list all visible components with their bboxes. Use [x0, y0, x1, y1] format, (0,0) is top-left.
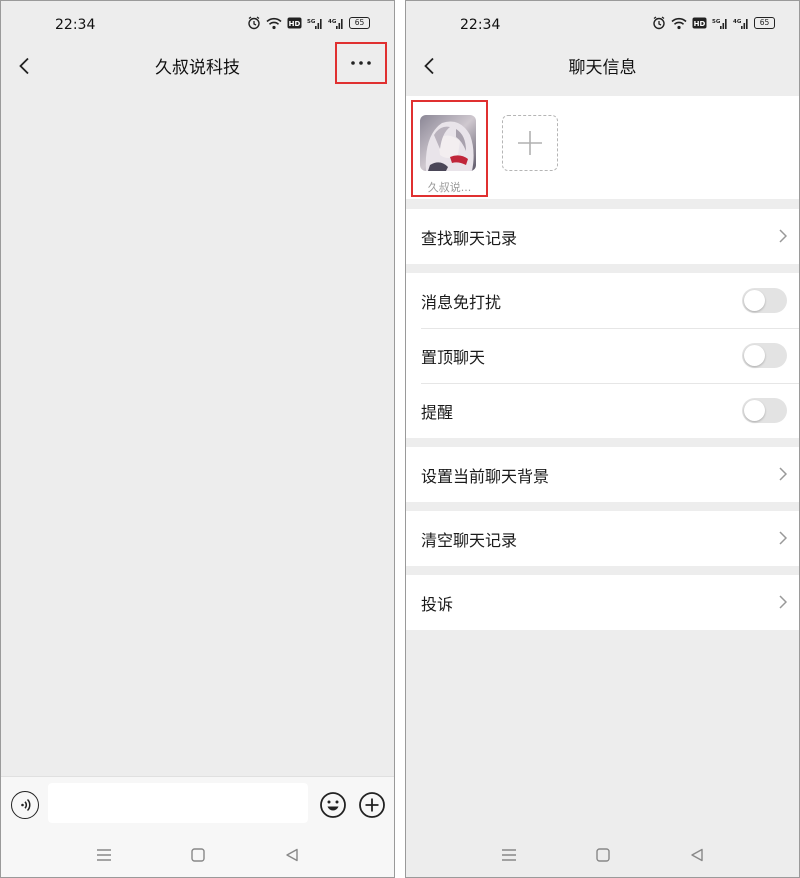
status-time: 22:34 [55, 17, 96, 33]
clear-history-row[interactable]: 清空聊天记录 [406, 511, 799, 566]
menu-icon [97, 849, 111, 861]
chat-info-screen: 22:34 HD 5G 4G 65 聊天信息 久叔说... 查找聊天记录 消息免… [405, 0, 800, 878]
row-label: 清空聊天记录 [421, 530, 518, 550]
row-label: 设置当前聊天背景 [421, 466, 550, 486]
message-input[interactable] [48, 783, 308, 823]
alarm-icon [248, 16, 260, 30]
more-options-button[interactable] [335, 42, 387, 84]
chat-header: 久叔说科技 [1, 42, 394, 85]
row-label: 置顶聊天 [421, 347, 486, 367]
chat-input-bar [1, 776, 394, 831]
page-title: 聊天信息 [568, 58, 637, 78]
chat-screen: 22:34 HD 5G 4G 65 久叔说科技 [0, 0, 395, 878]
add-member-button[interactable] [502, 115, 558, 171]
voice-button[interactable] [11, 791, 39, 819]
wifi-icon [671, 17, 687, 29]
emoji-button[interactable] [319, 791, 347, 819]
svg-text:HD: HD [694, 20, 706, 28]
system-back-button[interactable] [687, 845, 707, 865]
member-item[interactable]: 久叔说... [411, 100, 488, 197]
svg-text:5G: 5G [307, 19, 316, 25]
svg-text:5G: 5G [712, 19, 721, 25]
status-bar: 22:34 HD 5G 4G 65 [1, 1, 394, 45]
chat-info-header: 聊天信息 [406, 45, 799, 85]
signal-4g-icon: 4G [328, 18, 343, 29]
mute-row: 消息免打扰 [406, 273, 799, 328]
more-functions-button[interactable] [358, 791, 386, 819]
emoji-icon [320, 792, 346, 818]
svg-text:4G: 4G [733, 19, 742, 25]
row-label: 提醒 [421, 402, 454, 422]
pin-toggle[interactable] [742, 343, 787, 368]
battery-level: 65 [354, 18, 365, 27]
status-time: 22:34 [460, 17, 501, 33]
row-label: 查找聊天记录 [421, 228, 518, 248]
chevron-right-icon [779, 595, 787, 609]
settings-group: 消息免打扰 置顶聊天 提醒 [406, 273, 799, 438]
voice-icon [21, 798, 31, 812]
add-member-icon [518, 131, 542, 155]
battery-icon: 65 [754, 17, 775, 29]
menu-icon [502, 849, 516, 861]
search-group: 查找聊天记录 [406, 209, 799, 264]
svg-text:4G: 4G [328, 19, 337, 25]
pin-row: 置顶聊天 [406, 328, 799, 383]
signal-5g-icon: 5G [307, 18, 322, 29]
status-icons: HD 5G 4G 65 [652, 16, 775, 30]
home-square-icon [596, 848, 610, 862]
avatar [420, 115, 476, 171]
home-button[interactable] [188, 845, 208, 865]
home-square-icon [191, 848, 205, 862]
search-history-row[interactable]: 查找聊天记录 [406, 209, 799, 264]
chat-background-row[interactable]: 设置当前聊天背景 [406, 447, 799, 502]
back-triangle-icon [691, 848, 703, 862]
menu-button[interactable] [499, 845, 519, 865]
complain-row[interactable]: 投诉 [406, 575, 799, 630]
hd-icon: HD [692, 17, 707, 29]
system-back-button[interactable] [282, 845, 302, 865]
system-navigation-bar [1, 831, 394, 877]
status-bar: 22:34 HD 5G 4G 65 [406, 1, 799, 45]
chevron-right-icon [779, 467, 787, 481]
remind-toggle[interactable] [742, 398, 787, 423]
status-icons: HD 5G 4G 65 [247, 16, 370, 30]
members-section: 久叔说... [406, 96, 799, 199]
hd-icon: HD [287, 17, 302, 29]
complain-group: 投诉 [406, 575, 799, 630]
home-button[interactable] [593, 845, 613, 865]
chevron-right-icon [779, 531, 787, 545]
alarm-icon [653, 16, 665, 30]
member-name: 久叔说... [427, 181, 472, 194]
plus-circle-icon [359, 792, 385, 818]
wifi-icon [266, 17, 282, 29]
clear-group: 清空聊天记录 [406, 511, 799, 566]
more-dots-icon [351, 61, 371, 65]
remind-row: 提醒 [406, 383, 799, 438]
row-label: 投诉 [421, 594, 454, 614]
signal-4g-icon: 4G [733, 18, 748, 29]
back-triangle-icon [286, 848, 298, 862]
battery-icon: 65 [349, 17, 370, 29]
battery-level: 65 [759, 18, 770, 27]
chevron-right-icon [779, 229, 787, 243]
row-label: 消息免打扰 [421, 292, 502, 312]
system-navigation-bar [406, 831, 799, 877]
menu-button[interactable] [94, 845, 114, 865]
mute-toggle[interactable] [742, 288, 787, 313]
background-group: 设置当前聊天背景 [406, 447, 799, 502]
svg-text:HD: HD [289, 20, 301, 28]
signal-5g-icon: 5G [712, 18, 727, 29]
